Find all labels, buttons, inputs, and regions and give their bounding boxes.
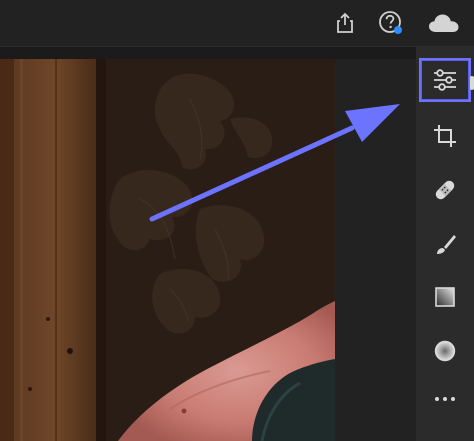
more-icon <box>435 397 455 401</box>
help-button[interactable] <box>376 8 406 38</box>
help-icon <box>379 11 402 34</box>
linear-gradient-icon <box>435 287 455 307</box>
linear-gradient-tool-button[interactable] <box>421 277 469 317</box>
cloud-sync-button[interactable] <box>424 8 464 38</box>
share-icon <box>337 12 353 33</box>
healing-tool-button[interactable] <box>421 170 469 210</box>
bandage-icon <box>435 180 455 200</box>
photo-image <box>0 59 335 441</box>
canvas-top-border <box>0 47 474 59</box>
more-tools-button[interactable] <box>421 379 469 419</box>
panel-handle[interactable] <box>470 76 474 90</box>
tool-rail <box>416 47 474 441</box>
brush-tool-button[interactable] <box>421 225 469 265</box>
photo-canvas[interactable] <box>0 59 335 441</box>
edit-tool-button[interactable] <box>419 58 471 102</box>
brush-icon <box>437 235 456 254</box>
notification-dot <box>394 26 402 34</box>
top-toolbar <box>0 0 474 47</box>
share-button[interactable] <box>330 8 360 38</box>
cloud-icon <box>429 14 459 32</box>
crop-icon <box>434 125 456 147</box>
sliders-icon <box>434 69 456 91</box>
radial-gradient-tool-button[interactable] <box>421 331 469 371</box>
canvas-right-gutter <box>335 59 416 441</box>
radial-gradient-icon <box>434 340 456 362</box>
crop-tool-button[interactable] <box>421 116 469 156</box>
